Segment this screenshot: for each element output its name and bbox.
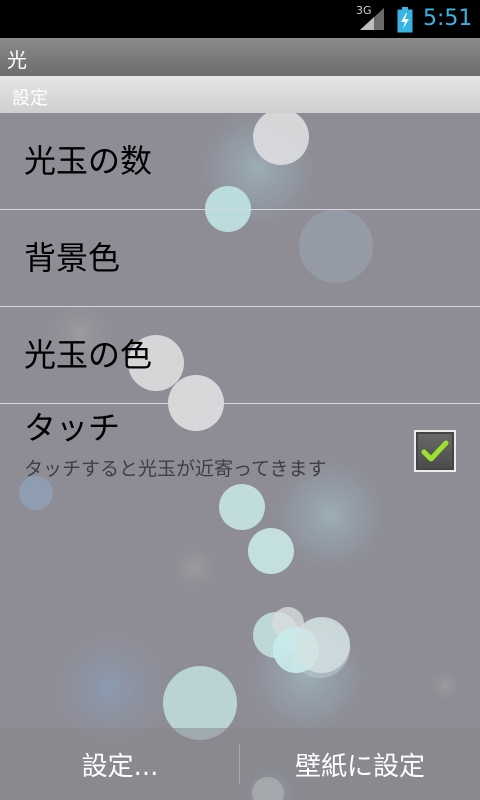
pref-item-background-color[interactable]: 背景色 bbox=[0, 210, 480, 307]
checkmark-icon bbox=[421, 440, 449, 462]
status-bar: 3G 5:51 bbox=[0, 0, 480, 38]
live-wallpaper-preview-screen: 3G 5:51 光 設定 光玉の数 背景色 光玉の色 タッチ タッチすると光玉が… bbox=[0, 0, 480, 800]
pref-item-touch[interactable]: タッチ タッチすると光玉が近寄ってきます bbox=[0, 404, 480, 501]
pref-title: 光玉の数 bbox=[24, 142, 153, 180]
section-header: 設定 bbox=[0, 76, 480, 113]
title-bar: 光 bbox=[0, 38, 480, 76]
battery-charging-icon bbox=[397, 7, 413, 33]
settings-button[interactable]: 設定... bbox=[0, 728, 240, 800]
pref-item-orb-color[interactable]: 光玉の色 bbox=[0, 307, 480, 404]
preference-list: 光玉の数 背景色 光玉の色 タッチ タッチすると光玉が近寄ってきます bbox=[0, 113, 480, 501]
pref-title: タッチ bbox=[24, 409, 121, 447]
pref-summary: タッチすると光玉が近寄ってきます bbox=[24, 458, 327, 480]
pref-item-orb-count[interactable]: 光玉の数 bbox=[0, 113, 480, 210]
set-wallpaper-button[interactable]: 壁紙に設定 bbox=[240, 728, 480, 800]
section-header-label: 設定 bbox=[12, 88, 48, 109]
network-type-label: 3G bbox=[356, 4, 372, 17]
signal-icon: 3G bbox=[356, 4, 388, 32]
pref-title: 光玉の色 bbox=[24, 336, 153, 374]
touch-checkbox[interactable] bbox=[414, 430, 456, 472]
page-title: 光 bbox=[7, 48, 27, 72]
pref-title: 背景色 bbox=[24, 239, 121, 277]
bottom-action-bar: 設定... 壁紙に設定 bbox=[0, 728, 480, 800]
status-time: 5:51 bbox=[423, 6, 473, 31]
